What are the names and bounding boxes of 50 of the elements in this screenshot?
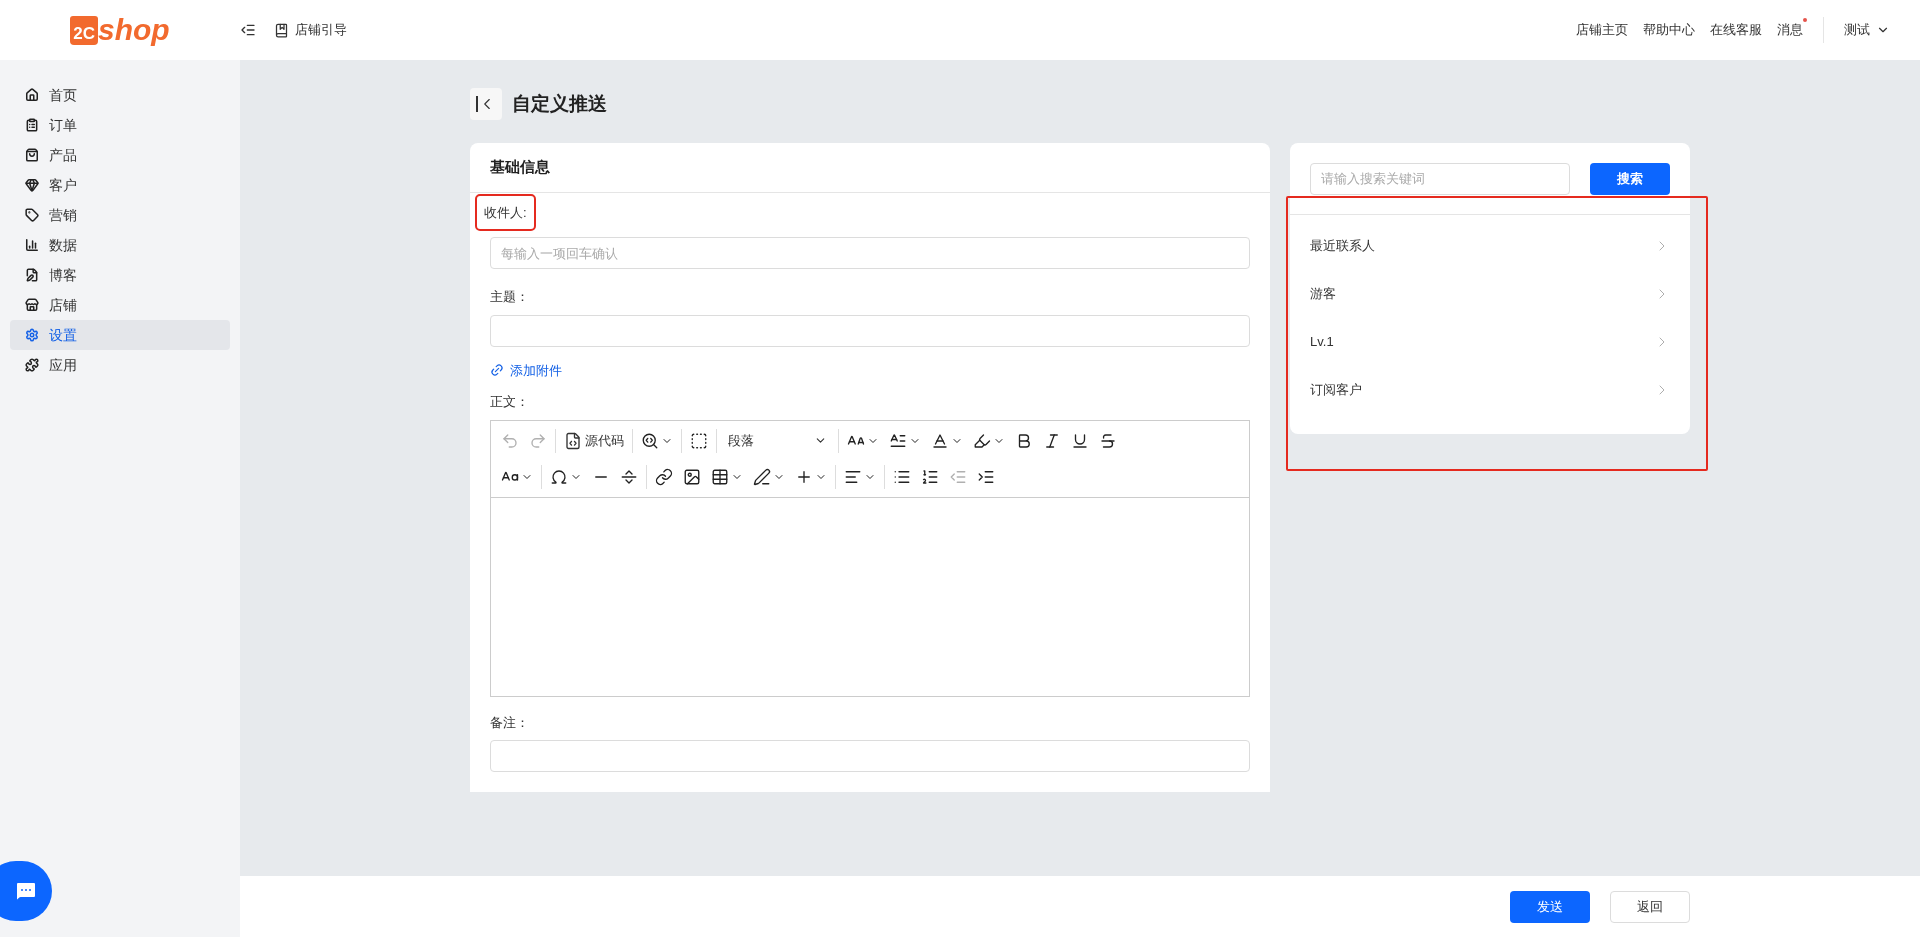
card-title: 基础信息 bbox=[490, 157, 550, 178]
bar-chart-icon bbox=[25, 238, 39, 252]
search-field[interactable]: 请输入搜索关键词 bbox=[1310, 162, 1570, 195]
code-file-icon bbox=[564, 431, 582, 450]
subject-field[interactable] bbox=[490, 314, 1250, 347]
note-field[interactable] bbox=[490, 740, 1250, 772]
shopping-bag-icon bbox=[25, 148, 39, 162]
search-button[interactable]: 搜索 bbox=[1590, 162, 1670, 195]
chat-button[interactable] bbox=[0, 861, 52, 921]
settings-icon bbox=[25, 328, 39, 342]
sidebar-item[interactable]: 客户 bbox=[10, 170, 230, 200]
field-label: 正文： bbox=[490, 393, 530, 411]
book-icon bbox=[274, 22, 289, 38]
field-label: 收件人: bbox=[477, 195, 534, 229]
sidebar-item[interactable]: 首页 bbox=[10, 80, 230, 110]
contact-group-item[interactable]: 最近联系人 bbox=[1290, 222, 1690, 270]
sidebar-item[interactable]: 店铺 bbox=[10, 290, 230, 320]
sidebar-item[interactable]: 博客 bbox=[10, 260, 230, 290]
back-button[interactable] bbox=[470, 88, 502, 120]
source-code-button[interactable]: 源代码 bbox=[559, 426, 629, 455]
home-icon bbox=[25, 88, 39, 102]
add-attachment-link[interactable]: 添加附件 bbox=[490, 360, 562, 380]
field-label: 备注： bbox=[490, 713, 530, 732]
header-link[interactable]: 店铺主页 bbox=[1576, 20, 1628, 40]
header-link[interactable]: 在线客服 bbox=[1710, 20, 1762, 40]
sidebar-item[interactable]: 营销 bbox=[10, 200, 230, 230]
header-link[interactable]: 帮助中心 bbox=[1643, 20, 1695, 40]
tag-icon bbox=[25, 208, 39, 222]
store-icon bbox=[25, 298, 39, 312]
sidebar-item[interactable]: 数据 bbox=[10, 230, 230, 260]
guide-link[interactable]: 店铺引导 bbox=[295, 20, 347, 40]
page-title: 自定义推送 bbox=[512, 91, 607, 116]
menu-icon[interactable] bbox=[240, 22, 256, 38]
edit-icon bbox=[25, 268, 39, 282]
clipboard-icon bbox=[25, 118, 39, 132]
block-format-dropdown[interactable]: 段落 bbox=[720, 426, 835, 455]
gem-icon bbox=[25, 178, 39, 192]
send-button[interactable]: 发送 bbox=[1510, 890, 1590, 923]
sidebar-item[interactable]: 订单 bbox=[10, 110, 230, 140]
sidebar-item[interactable]: 设置 bbox=[10, 320, 230, 350]
sidebar-item[interactable]: 应用 bbox=[10, 350, 230, 380]
contact-group-item[interactable]: 订阅客户 bbox=[1290, 366, 1690, 414]
field-label: 主题： bbox=[490, 288, 530, 306]
return-button[interactable]: 返回 bbox=[1610, 890, 1690, 923]
messages-link[interactable]: 消息 bbox=[1777, 20, 1803, 40]
sidebar-item[interactable]: 产品 bbox=[10, 140, 230, 170]
user-menu[interactable]: 测试 bbox=[1844, 20, 1890, 40]
contact-group-item[interactable]: 游客 bbox=[1290, 270, 1690, 318]
contact-group-item[interactable]: Lv.1 bbox=[1290, 318, 1690, 366]
puzzle-icon bbox=[25, 358, 39, 372]
